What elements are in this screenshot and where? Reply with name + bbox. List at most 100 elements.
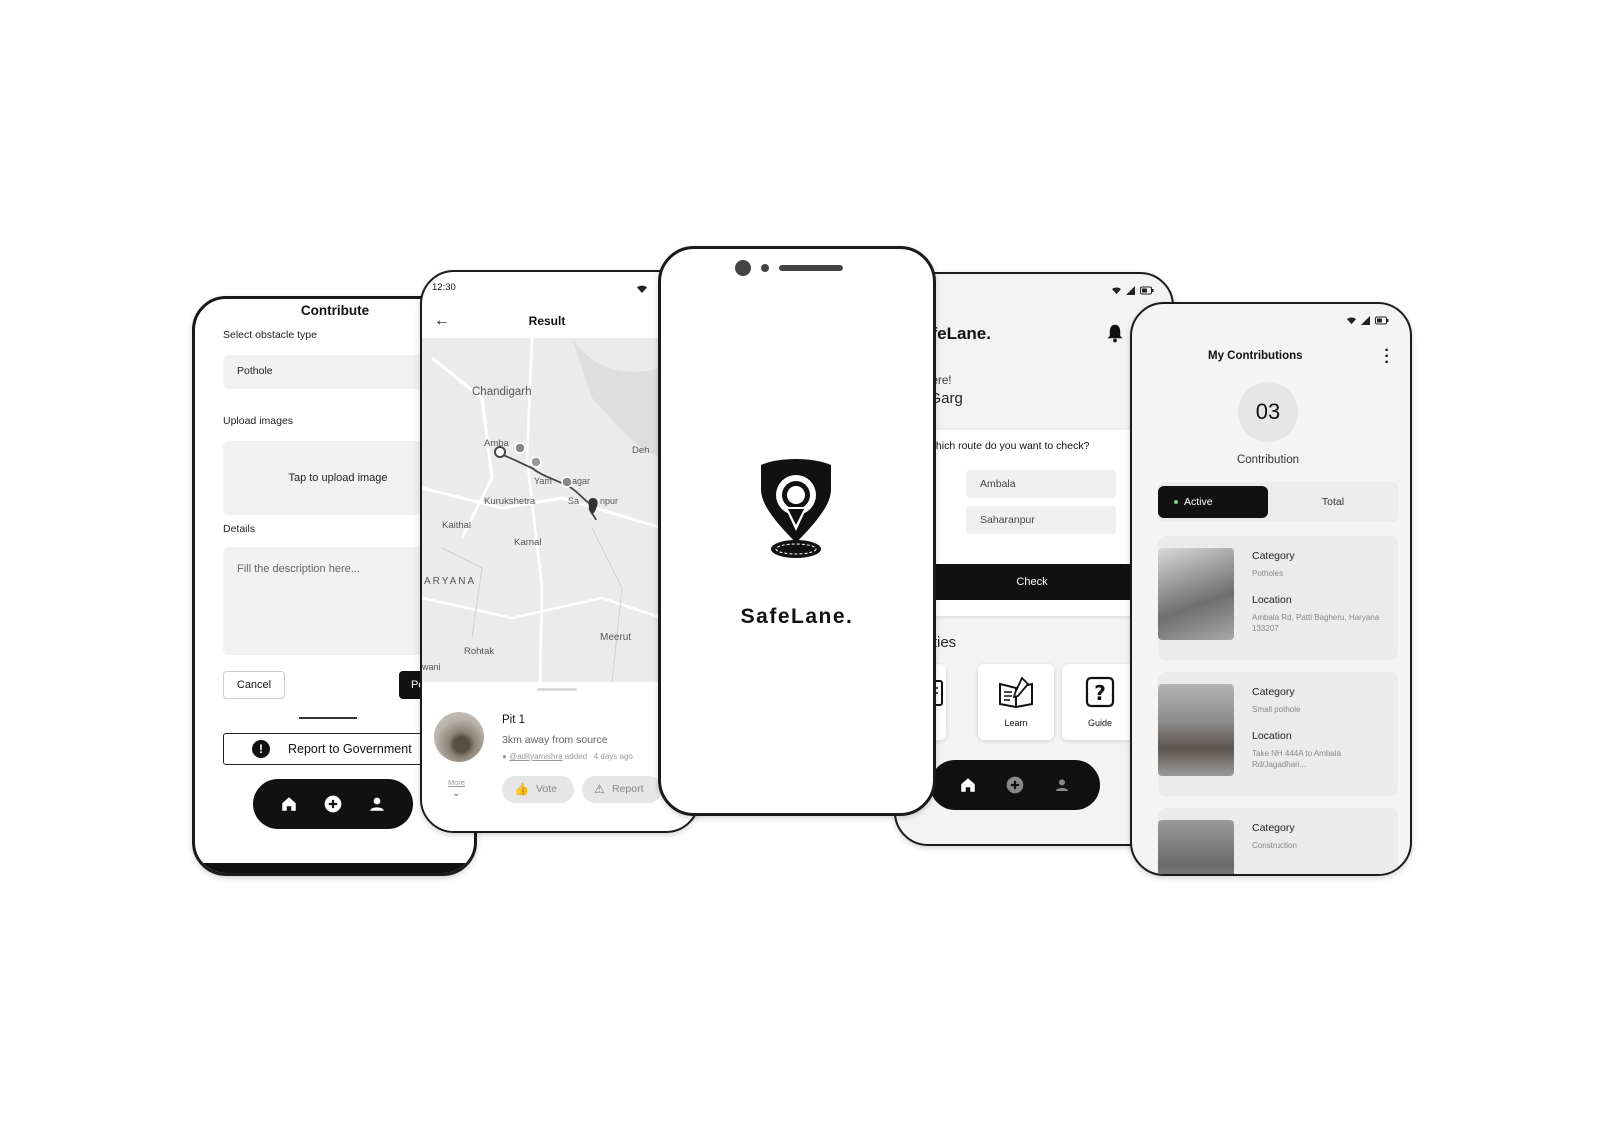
map-label: Meerut [600,632,632,643]
sensor-dot [761,264,769,272]
to-input[interactable]: Saharanpur [966,506,1116,534]
home-icon[interactable] [278,793,300,815]
wifi-icon [1347,317,1356,325]
divider [299,717,357,719]
tab-total[interactable]: Total [1272,486,1394,518]
question-icon: ? [1082,674,1118,710]
safelane-logo-icon [757,459,835,568]
upload-image-area[interactable]: Tap to upload image [223,441,453,515]
map-label: wani [422,662,441,672]
map-label: npur [600,496,619,506]
contribution-photo [1158,548,1234,640]
details-label: Details [223,523,256,535]
contribution-item[interactable]: Category Potholes Location Ambala Rd, Pa… [1158,536,1398,660]
pit-meta: ● @adityamishra added 4 days ago [502,752,633,761]
report-button[interactable]: ⚠ Report [582,776,662,803]
details-textarea[interactable]: Fill the description here... [223,547,453,655]
tab-label: Active [1184,496,1213,508]
more-link[interactable]: More [448,778,465,787]
category-value: Potholes [1252,569,1284,578]
tab-active[interactable]: Active [1158,486,1268,518]
status-bar [1111,286,1154,295]
map-label: Rohtak [464,646,495,657]
obstacle-type-value: Pothole [237,365,273,377]
pit-title: Pit 1 [502,714,526,726]
pit-user-link[interactable]: @adityamishra [509,752,562,761]
wifi-icon [1112,287,1121,295]
profile-icon[interactable] [1051,774,1073,796]
location-key: Location [1252,730,1292,742]
pit-distance: 3km away from source [502,734,608,746]
tile-label: Learn [1004,718,1028,728]
bottom-nav [930,760,1100,810]
wifi-icon [636,281,648,299]
contribution-photo [1158,820,1234,874]
status-bar [1346,316,1389,325]
signal-icon [1126,286,1135,295]
add-icon[interactable] [1004,774,1026,796]
map-label: Karnal [514,537,542,548]
phone-my-contributions: My Contributions · · · 03 Contribution Act… [1130,302,1412,876]
map-label: agar [572,476,591,486]
vote-button[interactable]: 👍 Vote [502,776,574,803]
location-value: Take NH 444A to Ambala Rd/Jagadhari... [1252,749,1341,769]
category-value: Small pothole [1252,705,1301,714]
result-sheet: Pit 1 3km away from source ● @adityamish… [422,682,662,831]
page-title: Result [528,314,566,328]
chevron-down-icon[interactable]: ⌄ [452,788,460,799]
sheet-handle[interactable] [537,688,577,691]
contribution-photo [1158,684,1234,776]
battery-icon [1375,316,1389,325]
activity-tile-learn[interactable]: Learn [978,664,1054,740]
add-icon[interactable] [322,793,344,815]
contribution-item[interactable]: Category Construction [1158,808,1398,874]
pothole-thumbnail [434,712,484,762]
map-label: Kaithal [442,520,472,531]
category-value: Construction [1252,841,1297,850]
alert-icon: ! [252,740,270,758]
page-title: My Contributions [1208,350,1303,362]
app-name: SafeLane. [740,605,854,628]
map-label: Deh [632,445,650,456]
report-government-label: Report to Government [288,742,412,756]
battery-icon [1140,286,1154,295]
cancel-button[interactable]: Cancel [223,671,285,699]
camera-dot [735,260,751,276]
learn-icon [998,674,1034,710]
map-label: Amba [484,438,509,449]
tile-label: Guide [1087,718,1113,728]
contribution-count-label: Contribution [1236,454,1299,466]
category-key: Category [1252,550,1295,562]
map-label: ARYANA [424,576,477,587]
status-time: 12:30 [432,282,456,293]
thumbs-up-icon: 👍 [514,782,529,796]
map-label: Yam [534,476,552,486]
bottom-strip [195,863,474,873]
warning-icon: ⚠ [594,782,605,796]
map-label: Chandigarh [472,386,532,398]
route-map[interactable]: Chandigarh Amba Deh Yam agar Kurukshetra… [422,338,662,683]
contribution-item[interactable]: Category Small pothole Location Take NH … [1158,672,1398,796]
report-label: Report [612,783,644,795]
pit-added: added [564,752,588,761]
bottom-nav [253,779,413,829]
map-label: Sa [568,496,580,506]
location-key: Location [1252,594,1292,606]
from-input[interactable]: Ambala [966,470,1116,498]
home-icon[interactable] [957,774,979,796]
bell-icon[interactable] [1106,323,1124,348]
more-options-icon[interactable]: · · · [1384,343,1390,371]
activity-tile-guide[interactable]: ? Guide [1062,664,1138,740]
status-dot [1174,500,1178,504]
upload-images-label: Upload images [223,415,294,427]
speaker-slot [779,265,843,271]
profile-icon[interactable] [366,793,388,815]
check-button[interactable]: Check [922,564,1142,600]
location-value: Ambala Rd, Patti Bagheru, Haryana 133207 [1252,613,1380,633]
obstacle-type-select[interactable]: Pothole ⌄ [223,355,453,389]
category-key: Category [1252,686,1295,698]
user-avatar-icon: ● [502,752,507,761]
map-label: Kurukshetra [484,496,536,507]
signal-icon [1361,316,1370,325]
category-key: Category [1252,822,1295,834]
